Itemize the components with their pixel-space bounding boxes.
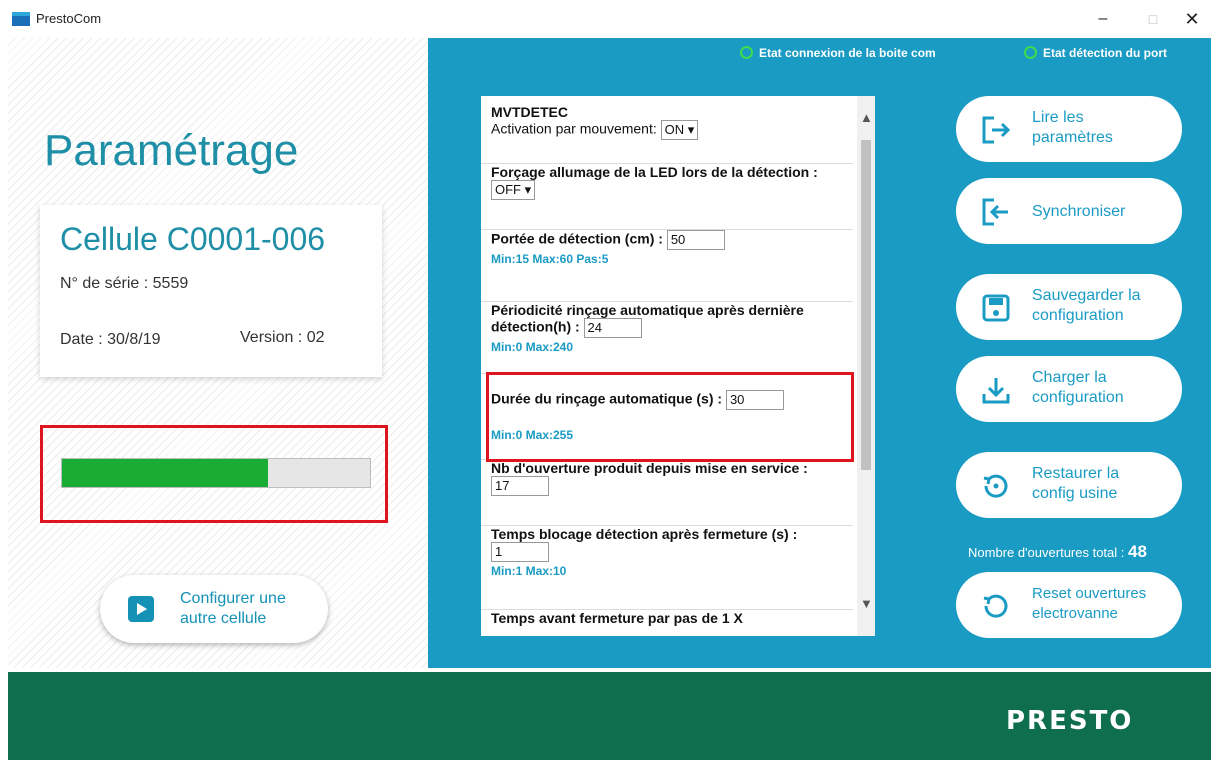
total-openings: Nombre d'ouvertures total : 48 <box>968 542 1147 562</box>
range-input[interactable]: 50 <box>666 230 725 250</box>
sync-icon <box>982 198 1008 226</box>
synchronize-button[interactable]: Synchroniser <box>956 178 1182 244</box>
save-icon <box>982 294 1010 322</box>
version-text: Version : 02 <box>240 329 325 346</box>
param-title: MVTDETEC <box>491 104 568 120</box>
serial-number: N° de série : 5559 <box>60 275 189 292</box>
scroll-down-icon[interactable]: ▼ <box>860 596 873 611</box>
minimize-button[interactable]: – <box>1080 4 1126 34</box>
progress-fill <box>62 459 269 487</box>
read-icon <box>982 116 1011 144</box>
presto-logo: PRESTO <box>1006 706 1134 736</box>
close-button[interactable]: ✕ <box>1169 4 1215 34</box>
app-icon <box>12 12 30 26</box>
led-select[interactable]: OFF ▾ <box>491 180 536 200</box>
load-label: Charger la configuration <box>1032 369 1124 406</box>
footer: PRESTO <box>8 672 1211 760</box>
param-block-time: Temps blocage détection après fermeture … <box>481 526 853 610</box>
block-time-input[interactable]: 1 <box>491 542 549 562</box>
cell-name: Cellule C0001-006 <box>60 221 326 257</box>
title-bar: PrestoCom – □ ✕ <box>0 0 1219 38</box>
scroll-thumb[interactable] <box>861 140 871 470</box>
save-label: Sauvegarder la configuration <box>1032 287 1141 324</box>
param-hint: Min:0 Max:240 <box>491 340 574 354</box>
rinse-duration-highlight <box>486 372 854 462</box>
reset-icon <box>983 594 1008 618</box>
total-value: 48 <box>1128 542 1147 561</box>
param-range: Portée de détection (cm) : 50 Min:15 Max… <box>481 230 853 302</box>
play-icon <box>128 596 154 622</box>
restore-icon <box>983 474 1008 498</box>
param-label: Périodicité rinçage automatique après de… <box>491 302 804 335</box>
periodicity-input[interactable]: 24 <box>583 318 642 338</box>
param-label: Nb d'ouverture produit depuis mise en se… <box>491 460 808 476</box>
status-com: Etat connexion de la boite com <box>740 46 936 60</box>
right-panel: Etat connexion de la boite com Etat déte… <box>428 38 1211 668</box>
restore-factory-button[interactable]: Restaurer la config usine <box>956 452 1182 518</box>
param-opening-count: Nb d'ouverture produit depuis mise en se… <box>481 460 853 526</box>
download-icon <box>982 378 1010 404</box>
reset-openings-button[interactable]: Reset ouvertures electrovanne <box>956 572 1182 638</box>
activation-select[interactable]: ON ▾ <box>660 120 699 140</box>
restore-label: Restaurer la config usine <box>1032 465 1120 502</box>
status-com-label: Etat connexion de la boite com <box>759 46 936 60</box>
reset-label: Reset ouvertures electrovanne <box>1032 585 1147 622</box>
param-periodicity: Périodicité rinçage automatique après de… <box>481 302 853 374</box>
page-title: Paramétrage <box>44 126 299 175</box>
configure-other-cell-button[interactable]: Configurer une autre cellule <box>100 575 328 643</box>
load-config-button[interactable]: Charger la configuration <box>956 356 1182 422</box>
cell-card: Cellule C0001-006 N° de série : 5559 Dat… <box>40 205 382 377</box>
scrollbar[interactable]: ▲ ▼ <box>857 96 875 636</box>
param-mvtdetec: MVTDETEC Activation par mouvement: ON ▾ <box>481 104 853 164</box>
param-label: Forçage allumage de la LED lors de la dé… <box>491 164 818 180</box>
parameters-list[interactable]: MVTDETEC Activation par mouvement: ON ▾ … <box>481 96 875 636</box>
save-config-button[interactable]: Sauvegarder la configuration <box>956 274 1182 340</box>
progress-highlight <box>40 425 388 523</box>
opening-count-input[interactable]: 17 <box>491 476 549 496</box>
configure-label: Configurer une autre cellule <box>180 590 286 627</box>
param-label: Temps avant fermeture par pas de 1 X <box>491 610 743 626</box>
param-close-time: Temps avant fermeture par pas de 1 X <box>481 610 853 636</box>
param-led: Forçage allumage de la LED lors de la dé… <box>481 164 853 230</box>
sync-label: Synchroniser <box>1032 203 1126 220</box>
total-label: Nombre d'ouvertures total : <box>968 545 1125 560</box>
scroll-up-icon[interactable]: ▲ <box>860 110 873 125</box>
param-label: Portée de détection (cm) : <box>491 230 663 247</box>
status-dot-icon <box>740 46 753 59</box>
read-parameters-button[interactable]: Lire les paramètres <box>956 96 1182 162</box>
status-port-label: Etat détection du port <box>1043 46 1167 60</box>
read-label: Lire les paramètres <box>1032 109 1113 146</box>
param-label: Activation par mouvement: <box>491 120 657 137</box>
date-text: Date : 30/8/19 <box>60 331 161 348</box>
param-hint: Min:1 Max:10 <box>491 564 567 578</box>
window-title: PrestoCom <box>36 11 102 26</box>
status-dot-icon <box>1024 46 1037 59</box>
progress-bar <box>61 458 371 488</box>
status-port: Etat détection du port <box>1024 46 1167 60</box>
param-hint: Min:15 Max:60 Pas:5 <box>491 252 609 266</box>
param-label: Temps blocage détection après fermeture … <box>491 526 798 542</box>
